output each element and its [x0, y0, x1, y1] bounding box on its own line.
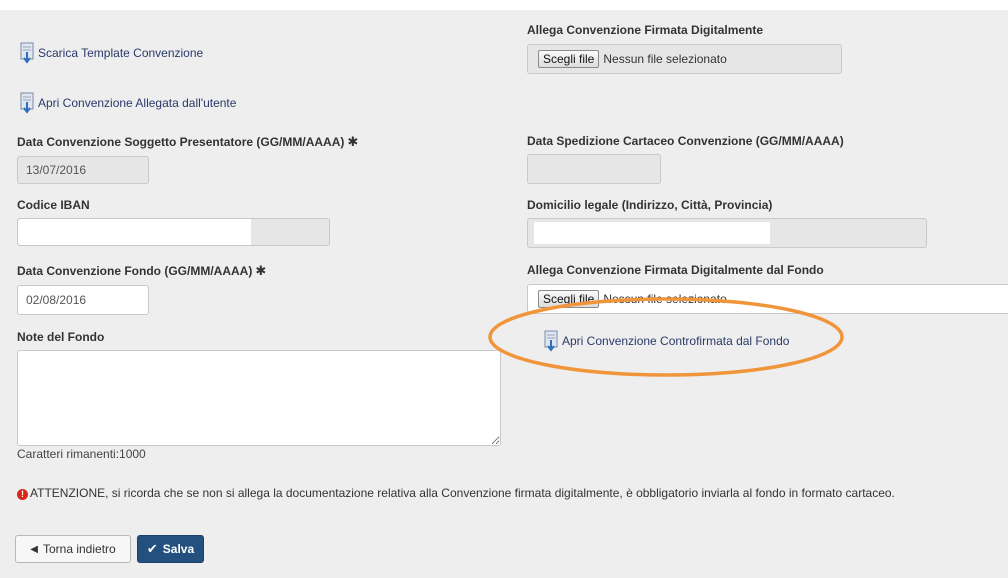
data-spedizione-field[interactable] [527, 154, 661, 184]
allega-fondo-file-input[interactable]: Scegli file Nessun file selezionato [527, 284, 1008, 314]
char-counter: Caratteri rimanenti:1000 [17, 447, 146, 461]
allega-firmata-label: Allega Convenzione Firmata Digitalmente [527, 23, 764, 37]
allega-firmata-file-input[interactable]: Scegli file Nessun file selezionato [527, 44, 842, 74]
data-spedizione-label: Data Spedizione Cartaceo Convenzione (GG… [527, 134, 844, 148]
required-asterisk-icon: ✱ [347, 134, 359, 149]
checkmark-icon: ✔ [146, 541, 158, 556]
iban-field-fill [18, 219, 251, 245]
data-fondo-field[interactable]: 02/08/2016 [17, 285, 149, 315]
data-soggetto-field[interactable]: 13/07/2016 [17, 156, 149, 184]
data-fondo-label-text: Data Convenzione Fondo (GG/MM/AAAA) [17, 264, 253, 278]
domicilio-field-fill [534, 222, 770, 244]
choose-file-button[interactable]: Scegli file [538, 50, 600, 68]
note-textarea[interactable] [17, 350, 501, 446]
iban-field[interactable] [17, 218, 330, 246]
data-soggetto-label-text: Data Convenzione Soggetto Presentatore (… [17, 135, 345, 149]
download-template-label: Scarica Template Convenzione [38, 46, 204, 60]
chevron-left-icon: ◀ [30, 543, 38, 555]
allega-fondo-label: Allega Convenzione Firmata Digitalmente … [527, 263, 824, 277]
open-user-attachment-label: Apri Convenzione Allegata dall'utente [38, 96, 237, 110]
exclamation-circle-icon: ! [17, 489, 28, 500]
choose-file-button[interactable]: Scegli file [538, 290, 600, 308]
file-status-text: Nessun file selezionato [603, 292, 727, 306]
save-button-label: Salva [162, 542, 195, 556]
form-panel: Scarica Template Convenzione Apri Conven… [0, 10, 1008, 578]
open-countersigned-link[interactable]: Apri Convenzione Controfirmata dal Fondo [544, 330, 789, 352]
domicilio-label: Domicilio legale (Indirizzo, Città, Prov… [527, 198, 773, 212]
file-status-text: Nessun file selezionato [603, 52, 727, 66]
document-download-icon [20, 92, 34, 114]
required-asterisk-icon: ✱ [255, 263, 267, 278]
download-template-link[interactable]: Scarica Template Convenzione [20, 42, 203, 64]
open-countersigned-label: Apri Convenzione Controfirmata dal Fondo [562, 334, 790, 348]
note-label: Note del Fondo [17, 330, 105, 344]
document-download-icon [544, 330, 558, 352]
data-fondo-label: Data Convenzione Fondo (GG/MM/AAAA) ✱ [17, 263, 266, 279]
domicilio-field[interactable] [527, 218, 927, 248]
document-download-icon [20, 42, 34, 64]
iban-label: Codice IBAN [17, 198, 90, 212]
warning-message: ! ATTENZIONE, si ricorda che se non si al… [17, 486, 895, 500]
warning-text: ATTENZIONE, si ricorda che se non si all… [30, 486, 895, 500]
data-soggetto-label: Data Convenzione Soggetto Presentatore (… [17, 134, 358, 150]
data-fondo-value: 02/08/2016 [26, 293, 87, 307]
save-button[interactable]: ✔ Salva [137, 535, 204, 563]
back-button[interactable]: ◀ Torna indietro [15, 535, 131, 563]
data-soggetto-value: 13/07/2016 [26, 163, 87, 177]
back-button-label: Torna indietro [42, 542, 116, 556]
open-user-attachment-link[interactable]: Apri Convenzione Allegata dall'utente [20, 92, 236, 114]
